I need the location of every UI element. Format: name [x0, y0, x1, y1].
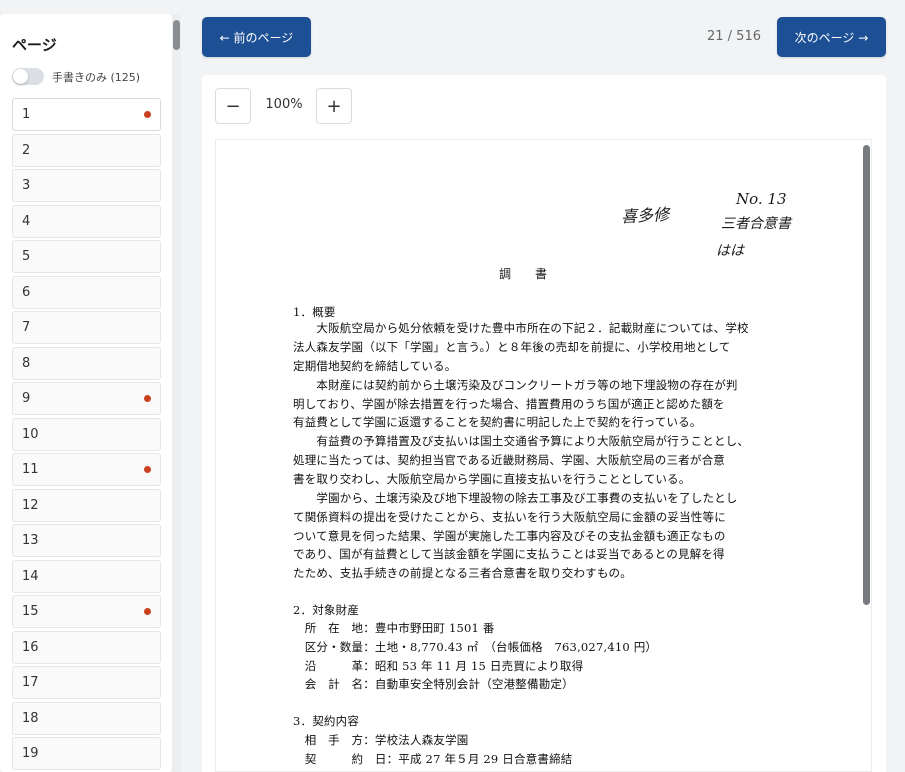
page-number-label: 16 [22, 639, 39, 655]
page-list-item[interactable]: 7 [12, 311, 161, 344]
page-number-label: 8 [22, 355, 31, 371]
page-number-label: 11 [22, 462, 39, 477]
document-line: 沿 革：昭和 53 年 11 月 15 日売買により取得 [293, 659, 584, 673]
page-number-label: 12 [22, 497, 39, 513]
page-number-label: 9 [22, 391, 31, 406]
handwritten-note: はは [716, 243, 744, 259]
document-line: 有益費として学園に返還することを契約書に明記した上で契約を行っている。 [293, 415, 702, 429]
page-number-label: 3 [22, 178, 31, 193]
page-number-label: 4 [22, 213, 31, 229]
page-list-item[interactable]: 9 [12, 382, 161, 415]
document-line: 学園から、土壌汚染及び地下埋設物の除去工事及び工事費の支払いを了したとし [293, 491, 738, 505]
document-line: 定期借地契約を締結している。 [293, 359, 457, 373]
page-list-item[interactable]: 3 [12, 169, 161, 202]
document-line: 書を取り交わし、大阪航空局から学園に直接支払いを行うこととしている。 [293, 472, 691, 486]
document-line: 契 約 日：平成 27 年５月 29 日合意書締結 [293, 752, 573, 766]
zoom-level: 100% [265, 97, 303, 112]
page-number-label: 19 [22, 746, 39, 761]
page-list-item[interactable]: 13 [12, 524, 161, 557]
document-line: 本財産には契約前から土壌汚染及びコンクリートガラ等の地下埋設物の存在が判 [293, 378, 738, 392]
page-list-item[interactable]: 14 [12, 559, 161, 593]
page-number-label: 13 [22, 533, 39, 548]
document-line: 明しており、学園が除去措置を行った場合、措置費用のうち国が適正と認めた額を [293, 397, 725, 411]
document-line: たため、支払手続きの前提となる三者合意書を取り交わすもの。 [293, 566, 632, 580]
document-line: 区分・数量：土地・8,770.43 ㎡ （台帳価格 763,027,410 円） [293, 640, 658, 654]
zoom-out-button[interactable]: − [215, 88, 251, 124]
handwritten-number: No. 13 [736, 190, 787, 208]
sidebar-scroll-thumb[interactable] [173, 20, 180, 50]
page-number-label: 1 [22, 107, 31, 122]
handwriting-only-toggle[interactable] [12, 68, 44, 85]
page-list: 1 2 3 4 5 6 7 8 9 10 11 12 13 14 15 16 17 18 19 [12, 98, 161, 772]
document-line: 法人森友学園（以下「学園」と言う。）と８年後の売却を前提に、小学校用地として [293, 340, 731, 354]
handwritten-name: 喜多修 [620, 204, 670, 227]
sidebar-title: ページ [12, 36, 57, 54]
page-list-item[interactable]: 18 [12, 701, 161, 735]
page-number-label: 15 [22, 604, 39, 619]
page-list-item[interactable]: 17 [12, 666, 161, 699]
page-list-item[interactable]: 4 [12, 204, 161, 238]
page-number-label: 14 [22, 568, 39, 584]
document-scrollbar[interactable] [862, 139, 872, 772]
page-list-item[interactable]: 6 [12, 275, 161, 309]
document-line: 相 手 方：学校法人森友学園 [293, 733, 469, 747]
page-number-label: 5 [22, 249, 31, 264]
document-title: 調書 [499, 267, 572, 281]
page-number-label: 10 [22, 426, 39, 442]
page-list-item[interactable]: 5 [12, 240, 161, 273]
document-scroll-thumb[interactable] [863, 145, 870, 605]
document-line: 大阪航空局から処分依頼を受けた豊中市所在の下記２．記載財産については、学校 [293, 321, 749, 335]
handwriting-marker-icon [144, 466, 151, 473]
page-number-label: 2 [22, 142, 31, 158]
page-list-item[interactable]: 11 [12, 453, 161, 486]
page-number-label: 17 [22, 675, 39, 690]
handwriting-marker-icon [144, 608, 151, 615]
document-line: 1．概要 [293, 305, 336, 319]
document-line: 所 在 地：豊中市野田町 1501 番 [293, 621, 495, 635]
next-page-button[interactable]: 次のページ → [777, 17, 886, 57]
page-list-item[interactable]: 10 [12, 417, 161, 451]
handwritten-org: 三者合意書 [721, 216, 791, 232]
handwriting-marker-icon [144, 111, 151, 118]
document-line: 処理に当たっては、契約担当官である近畿財務局、学園、大阪航空局の三者が合意 [293, 453, 725, 467]
document-line: ついて意見を伺った結果、学園が実施した工事内容及びその支払金額も適正なもの [293, 529, 726, 543]
handwriting-filter[interactable]: 手書きのみ (125) [12, 68, 140, 85]
handwriting-only-label: 手書きのみ (125) [52, 70, 141, 84]
document-line: 3．契約内容 [293, 714, 360, 728]
page-number-label: 7 [22, 320, 31, 335]
prev-page-button[interactable]: ← 前のページ [202, 17, 311, 57]
zoom-in-button[interactable]: + [316, 88, 352, 124]
page-list-item[interactable]: 15 [12, 595, 161, 628]
page-list-item[interactable]: 8 [12, 346, 161, 380]
page-list-item[interactable]: 2 [12, 133, 161, 167]
document-line: 会 計 名：自動車安全特別会計（空港整備勘定） [293, 677, 574, 691]
document-line: 2．対象財産 [293, 603, 360, 617]
document-viewer: − 100% + 喜多修 No. 13 三者合意書 はは 調書 1．概要 大阪航… [202, 75, 886, 772]
page-counter: 21 / 516 [707, 29, 761, 44]
toggle-knob [13, 69, 28, 84]
document-line: であり、国が有益費として当該金額を学園に支払うことは妥当であるとの見解を得 [293, 547, 725, 561]
page-list-item[interactable]: 16 [12, 630, 161, 664]
scanned-page: 喜多修 No. 13 三者合意書 はは 調書 1．概要 大阪航空局から処分依頼を… [216, 140, 871, 771]
document-line: て関係資料の提出を受けたことから、支払いを行う大阪航空局に金額の妥当性等に [293, 510, 726, 524]
document-page-image: 喜多修 No. 13 三者合意書 はは 調書 1．概要 大阪航空局から処分依頼を… [215, 139, 872, 772]
page-sidebar: ページ 手書きのみ (125) 1 2 3 4 5 6 7 8 9 10 11 12 13 14 15 16 1… [0, 14, 172, 772]
document-line: 有益費の予算措置及び支払いは国土交通省予算により大阪航空局が行うこととし、 [293, 434, 750, 448]
page-number-label: 6 [22, 284, 31, 300]
page-number-label: 18 [22, 710, 39, 726]
page-list-item[interactable]: 19 [12, 737, 161, 770]
page-list-item[interactable]: 1 [12, 98, 161, 131]
handwriting-marker-icon [144, 395, 151, 402]
sidebar-scrollbar[interactable] [172, 14, 181, 772]
page-list-item[interactable]: 12 [12, 488, 161, 522]
